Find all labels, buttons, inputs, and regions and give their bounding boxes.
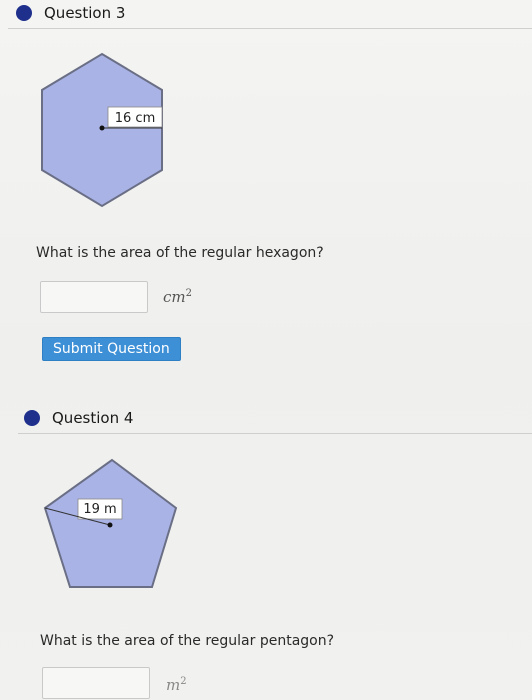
hexagon-figure: 16 cm [41, 52, 163, 208]
pentagon-center-point [107, 522, 113, 528]
pentagon-figure: 19 m [43, 458, 178, 588]
question-3-unit-base: cm [163, 288, 186, 306]
question-4-unit-base: m [166, 676, 181, 694]
quiz-page: Question 3 16 cm What is the area of the… [0, 0, 532, 700]
question-3-header: Question 3 [16, 4, 125, 22]
pentagon-label: 19 m [83, 502, 116, 517]
question-4-unit: m2 [166, 676, 187, 694]
question-4-title: Question 4 [52, 409, 134, 427]
question-marker-icon [16, 5, 32, 21]
question-3-unit-exponent: 2 [185, 288, 192, 299]
question-3-unit: cm2 [163, 288, 192, 306]
question-4-unit-exponent: 2 [180, 676, 187, 687]
question-4-prompt: What is the area of the regular pentagon… [40, 633, 335, 649]
question-3-title: Question 3 [44, 4, 126, 22]
question-3-divider [8, 28, 532, 29]
submit-question-button[interactable]: Submit Question [42, 337, 181, 361]
question-4-divider [18, 433, 532, 434]
question-3-prompt: What is the area of the regular hexagon? [36, 245, 324, 261]
question-4-answer-input[interactable] [42, 667, 150, 699]
hexagon-center-point [99, 125, 105, 131]
question-marker-icon [24, 410, 40, 426]
hexagon-label: 16 cm [115, 111, 156, 126]
question-3-answer-input[interactable] [40, 281, 148, 313]
question-4-header: Question 4 [24, 409, 133, 427]
